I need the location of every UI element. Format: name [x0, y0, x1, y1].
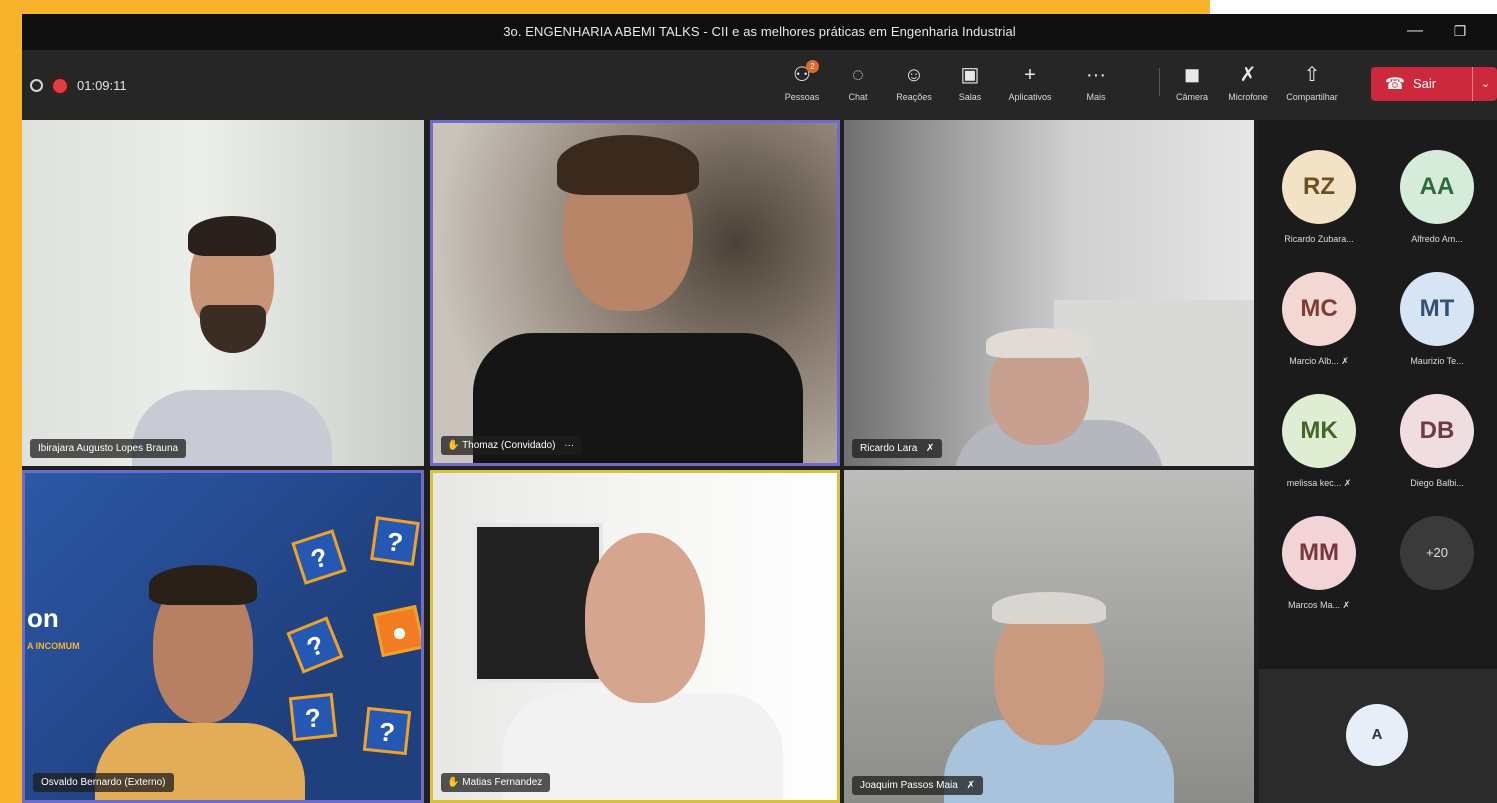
- participant-name-text: Joaquim Passos Maia: [860, 780, 958, 791]
- roster-participant[interactable]: MT Maurizio Te...: [1377, 272, 1497, 366]
- overflow-count: +20: [1400, 516, 1474, 590]
- raised-hand-icon: ✋: [447, 440, 460, 451]
- people-icon: ⚇: [793, 64, 811, 86]
- chat-icon: ◌: [852, 64, 864, 86]
- roster-participant[interactable]: MC Marcio Alb... ✗: [1259, 272, 1379, 367]
- participant-video: [433, 123, 837, 463]
- share-icon: ⇧: [1303, 64, 1321, 86]
- rooms-label: Salas: [958, 92, 982, 102]
- roster-participant[interactable]: DB Diego Balbi...: [1377, 394, 1497, 488]
- avatar: RZ: [1282, 150, 1356, 224]
- more-options-icon[interactable]: ···: [564, 440, 574, 451]
- reactions-icon: ☺: [903, 64, 925, 86]
- window-title: 3o. ENGENHARIA ABEMI TALKS - CII e as me…: [503, 24, 1016, 39]
- roster-participant[interactable]: MM Marcos Ma... ✗: [1259, 516, 1379, 611]
- participant-video: [844, 120, 1254, 466]
- more-icon: ···: [1086, 64, 1106, 86]
- roster-name: Marcos Ma... ✗: [1287, 600, 1351, 610]
- mic-off-icon: ✗: [1239, 64, 1257, 86]
- microphone-label: Microfone: [1228, 92, 1268, 102]
- people-label: Pessoas: [784, 92, 820, 102]
- avatar: DB: [1400, 394, 1474, 468]
- camera-label: Câmera: [1175, 92, 1208, 102]
- meeting-timer: 01:09:11: [77, 78, 127, 93]
- avatar: MT: [1400, 272, 1474, 346]
- more-label: Mais: [1086, 92, 1106, 102]
- reactions-label: Reações: [896, 92, 932, 102]
- share-label: Compartilhar: [1286, 92, 1338, 102]
- roster-name: Diego Balbi...: [1410, 478, 1464, 488]
- rooms-icon: ▣: [960, 64, 980, 86]
- chat-button[interactable]: ◌ Chat: [828, 62, 888, 102]
- people-button[interactable]: ⚇ 2 Pessoas: [772, 60, 832, 102]
- meeting-toolbar: 01:09:11 ⚇ 2 Pessoas ◌ Chat ☺ Reações ▣ …: [22, 50, 1497, 120]
- recording-status: 01:09:11: [30, 78, 127, 93]
- self-view[interactable]: A: [1259, 669, 1497, 803]
- roster-participant[interactable]: AA Alfredo Am...: [1377, 150, 1497, 244]
- roster-participant[interactable]: MK melissa kec... ✗: [1259, 394, 1379, 489]
- raised-hand-icon: ✋: [447, 777, 460, 788]
- phone-hangup-icon: ☎: [1385, 76, 1405, 93]
- participant-video: [22, 120, 424, 466]
- avatar: MK: [1282, 394, 1356, 468]
- mic-off-icon: ✗: [1341, 356, 1349, 366]
- mic-off-icon: ✗: [926, 443, 935, 454]
- participant-name: Ibirajara Augusto Lopes Brauna: [30, 439, 187, 458]
- share-button[interactable]: ⇧ Compartilhar: [1282, 62, 1342, 102]
- apps-button[interactable]: + Aplicativos: [1000, 62, 1060, 102]
- participant-name: ✋ Thomaz (Convidado) ···: [441, 436, 583, 455]
- reactions-button[interactable]: ☺ Reações: [884, 62, 944, 102]
- microphone-button[interactable]: ✗ Microfone: [1218, 62, 1278, 102]
- participant-name: Ricardo Lara ✗: [852, 439, 943, 458]
- rooms-button[interactable]: ▣ Salas: [940, 62, 1000, 102]
- video-tile-active-speaker[interactable]: ✋ Matias Fernandez: [430, 470, 840, 803]
- chat-label: Chat: [848, 92, 868, 102]
- avatar: MC: [1282, 272, 1356, 346]
- more-button[interactable]: ··· Mais: [1066, 62, 1126, 102]
- leave-label: Sair: [1413, 76, 1437, 91]
- participant-name: Osvaldo Bernardo (Externo): [33, 773, 174, 792]
- participant-name: Joaquim Passos Maia ✗: [852, 776, 983, 795]
- participant-name-text: Matias Fernandez: [462, 777, 543, 788]
- mic-off-icon: ✗: [966, 780, 975, 791]
- video-tile-pinned[interactable]: ✋ Thomaz (Convidado) ···: [430, 120, 840, 466]
- roster-name: Marcio Alb... ✗: [1289, 356, 1349, 366]
- avatar: AA: [1400, 150, 1474, 224]
- mic-off-icon: ✗: [1343, 478, 1352, 488]
- participant-video: [844, 470, 1254, 803]
- apps-label: Aplicativos: [1008, 92, 1052, 102]
- roster-name: Ricardo Zubara...: [1284, 234, 1354, 244]
- plus-icon: +: [1024, 64, 1036, 86]
- mic-off-icon: ✗: [1342, 600, 1351, 610]
- participant-video: [25, 473, 421, 800]
- meeting-window: 3o. ENGENHARIA ABEMI TALKS - CII e as me…: [22, 14, 1497, 803]
- maximize-button[interactable]: ❐: [1447, 20, 1473, 42]
- leave-button[interactable]: ☎ Sair ⌄: [1371, 67, 1497, 101]
- video-tile[interactable]: Joaquim Passos Maia ✗: [844, 470, 1254, 803]
- participant-name-text: Ricardo Lara: [860, 443, 918, 454]
- video-tile-pinned[interactable]: on A INCOMUM ? ? ? ● ? ? Osvaldo Bernard…: [22, 470, 424, 803]
- participant-name-text: Thomaz (Convidado): [462, 440, 556, 451]
- camera-button[interactable]: ◼ Câmera: [1162, 62, 1222, 102]
- roster-name: Alfredo Am...: [1411, 234, 1463, 244]
- roster-name: melissa kec... ✗: [1286, 478, 1352, 488]
- video-tile[interactable]: Ibirajara Augusto Lopes Brauna: [22, 120, 424, 466]
- more-participants-button[interactable]: +20: [1377, 516, 1497, 590]
- roster-name: Maurizio Te...: [1410, 356, 1464, 366]
- roster-participant[interactable]: RZ Ricardo Zubara...: [1259, 150, 1379, 244]
- avatar: A: [1346, 704, 1408, 766]
- toolbar-divider: [1159, 68, 1160, 96]
- avatar: MM: [1282, 516, 1356, 590]
- camera-off-icon: ◼: [1183, 64, 1201, 86]
- chevron-down-icon[interactable]: ⌄: [1472, 67, 1497, 101]
- people-count-badge: 2: [806, 60, 819, 73]
- participant-video: [433, 473, 837, 800]
- participant-name: ✋ Matias Fernandez: [441, 773, 551, 792]
- shield-icon: [30, 79, 43, 92]
- minimize-button[interactable]: —: [1402, 20, 1428, 42]
- recording-icon: [53, 78, 67, 93]
- video-tile[interactable]: Ricardo Lara ✗: [844, 120, 1254, 466]
- title-bar: 3o. ENGENHARIA ABEMI TALKS - CII e as me…: [22, 14, 1497, 50]
